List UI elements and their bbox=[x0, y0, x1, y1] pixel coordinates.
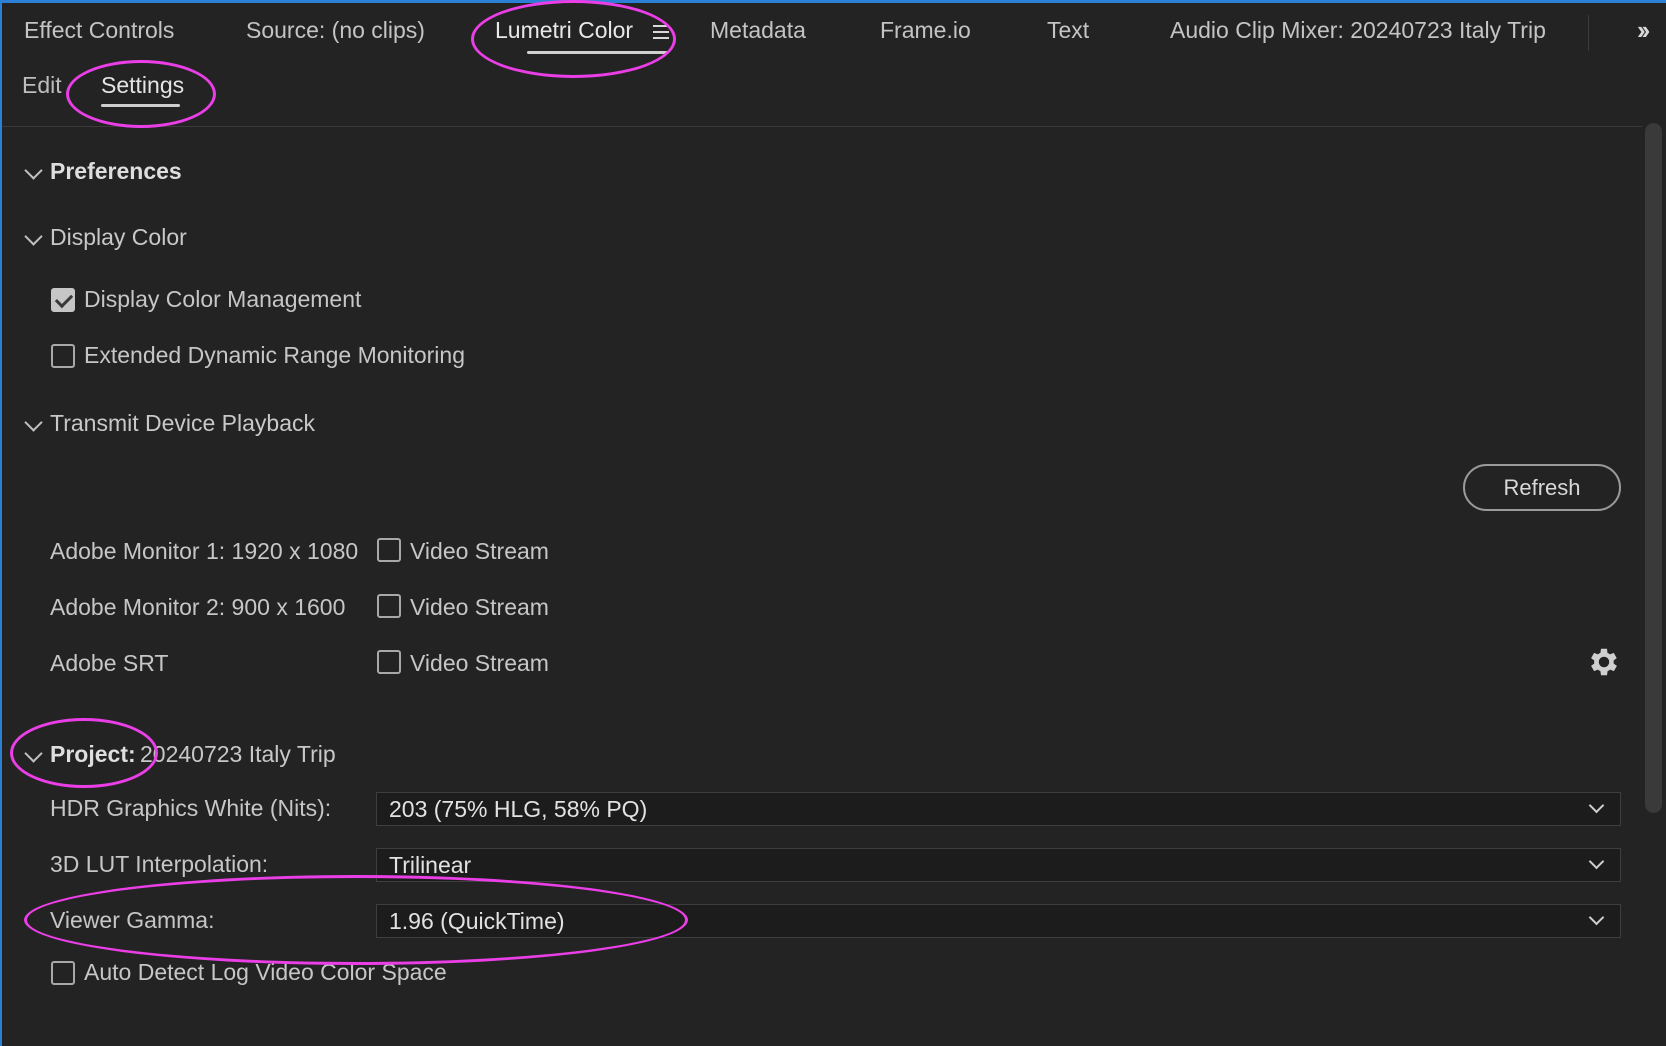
dropdown-value: 1.96 (QuickTime) bbox=[389, 908, 565, 934]
video-stream-checkbox[interactable] bbox=[377, 650, 401, 674]
device-name: Adobe Monitor 1: 1920 x 1080 bbox=[50, 538, 359, 564]
chevron-down-icon[interactable] bbox=[24, 161, 43, 180]
active-subtab-indicator bbox=[101, 104, 180, 107]
viewer-gamma-dropdown[interactable]: 1.96 (QuickTime) bbox=[376, 904, 1621, 938]
panel-menu-icon[interactable] bbox=[653, 25, 669, 41]
tab-text[interactable]: Text bbox=[1047, 17, 1089, 44]
tab-source[interactable]: Source: (no clips) bbox=[246, 17, 425, 44]
chevron-down-icon[interactable] bbox=[24, 413, 43, 432]
section-preferences[interactable]: Preferences bbox=[50, 158, 182, 185]
refresh-button[interactable]: Refresh bbox=[1463, 464, 1621, 511]
chevron-down-icon bbox=[1588, 909, 1605, 926]
chevron-down-icon[interactable] bbox=[24, 744, 43, 763]
chevron-down-icon[interactable] bbox=[24, 227, 43, 246]
tab-effect-controls[interactable]: Effect Controls bbox=[24, 17, 174, 44]
overflow-chevrons-icon[interactable]: ›› bbox=[1637, 15, 1650, 46]
scrollbar-thumb[interactable] bbox=[1645, 123, 1662, 813]
header-divider bbox=[2, 126, 1644, 127]
section-transmit-device-playback[interactable]: Transmit Device Playback bbox=[50, 410, 315, 437]
project-name: 20240723 Italy Trip bbox=[140, 741, 336, 767]
auto-detect-log-checkbox[interactable] bbox=[51, 961, 75, 985]
section-project-label[interactable]: Project: bbox=[50, 741, 136, 768]
video-stream-checkbox[interactable] bbox=[377, 594, 401, 618]
video-stream-label: Video Stream bbox=[410, 538, 549, 564]
section-display-color[interactable]: Display Color bbox=[50, 224, 187, 251]
panel-focus-border-left bbox=[0, 0, 2, 1046]
tab-audio-clip-mixer[interactable]: Audio Clip Mixer: 20240723 Italy Trip bbox=[1170, 17, 1546, 44]
video-stream-label: Video Stream bbox=[410, 650, 549, 676]
tab-lumetri-color[interactable]: Lumetri Color bbox=[495, 17, 633, 44]
lut-interpolation-dropdown[interactable]: Trilinear bbox=[376, 848, 1621, 882]
subtab-settings[interactable]: Settings bbox=[101, 72, 184, 99]
viewer-gamma-label: Viewer Gamma: bbox=[50, 907, 215, 933]
lut-interpolation-label: 3D LUT Interpolation: bbox=[50, 851, 269, 877]
dropdown-value: 203 (75% HLG, 58% PQ) bbox=[389, 796, 648, 822]
edr-monitoring-checkbox[interactable] bbox=[51, 344, 75, 368]
gear-icon[interactable] bbox=[1586, 644, 1622, 680]
edr-monitoring-label: Extended Dynamic Range Monitoring bbox=[84, 342, 465, 368]
display-color-management-checkbox[interactable] bbox=[51, 288, 75, 312]
auto-detect-log-label: Auto Detect Log Video Color Space bbox=[84, 959, 447, 985]
subtab-edit[interactable]: Edit bbox=[22, 72, 62, 99]
device-name: Adobe SRT bbox=[50, 650, 169, 676]
tab-frame-io[interactable]: Frame.io bbox=[880, 17, 971, 44]
display-color-management-label: Display Color Management bbox=[84, 286, 362, 312]
chevron-down-icon bbox=[1588, 797, 1605, 814]
hdr-graphics-white-dropdown[interactable]: 203 (75% HLG, 58% PQ) bbox=[376, 792, 1621, 826]
device-name: Adobe Monitor 2: 900 x 1600 bbox=[50, 594, 346, 620]
panel-tab-bar: Effect Controls Source: (no clips) Lumet… bbox=[0, 3, 1666, 58]
video-stream-checkbox[interactable] bbox=[377, 538, 401, 562]
dropdown-value: Trilinear bbox=[389, 852, 472, 878]
tab-separator bbox=[1588, 15, 1589, 51]
video-stream-label: Video Stream bbox=[410, 594, 549, 620]
tab-metadata[interactable]: Metadata bbox=[710, 17, 806, 44]
chevron-down-icon bbox=[1588, 853, 1605, 870]
active-tab-indicator bbox=[527, 51, 668, 54]
hdr-graphics-white-label: HDR Graphics White (Nits): bbox=[50, 795, 332, 821]
